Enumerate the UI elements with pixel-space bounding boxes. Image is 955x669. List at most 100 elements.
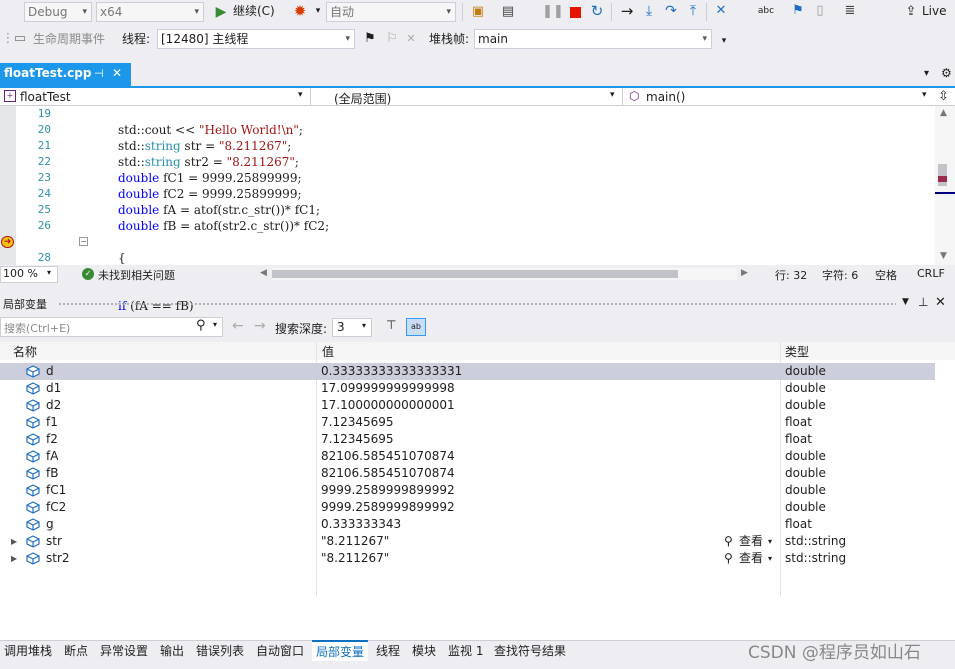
expand-icon[interactable]: ▶ (11, 533, 17, 550)
whitespace-status[interactable]: 空格 (875, 267, 897, 283)
show-next-statement-icon[interactable]: → (619, 3, 635, 19)
stackframe-combo[interactable]: main ▾ (474, 29, 712, 49)
code-editor[interactable]: 19 20 std::cout << "Hello World!\n"; 21st… (0, 106, 955, 313)
variable-value[interactable]: 9999.2589999899992 (321, 499, 455, 516)
table-row[interactable]: fC2 9999.2589999899992 double (0, 499, 935, 516)
table-row[interactable]: fB 82106.585451070874 double (0, 465, 935, 482)
lifecycle-events-button[interactable]: 生命周期事件 (33, 29, 105, 49)
magnifier-icon[interactable]: ⚲ (724, 533, 733, 550)
continue-button[interactable]: 继续(C) (233, 1, 275, 21)
tab-dropdown-icon[interactable]: ▾ (924, 68, 929, 79)
collapse-icon[interactable]: − (79, 237, 88, 246)
live-share-icon[interactable]: ⇪ (903, 4, 919, 20)
tab-1[interactable]: 断点 (60, 641, 92, 662)
outline-icon[interactable]: ≣ (842, 3, 858, 19)
pause-icon[interactable]: ❚❚ (542, 4, 564, 20)
variable-value[interactable]: 82106.585451070874 (321, 465, 455, 482)
vertical-scrollbar[interactable]: ▲ ▼ (935, 106, 955, 265)
hot-reload-icon[interactable]: ✹ (292, 3, 308, 19)
zoom-combo[interactable]: 100 % ▾ (0, 266, 58, 283)
diagnostics-icon[interactable]: ✕ (713, 3, 729, 19)
scroll-up-icon[interactable]: ▲ (940, 108, 947, 118)
overflow-icon[interactable]: ▾ (716, 33, 732, 49)
view-format-icon[interactable]: ab (406, 318, 426, 336)
scroll-left-icon[interactable]: ◀ (260, 268, 267, 278)
variable-value[interactable]: 17.100000000000001 (321, 397, 455, 414)
table-row[interactable]: f2 7.12345695 float (0, 431, 935, 448)
eol-status[interactable]: CRLF (917, 267, 945, 280)
view-button[interactable]: 查看 (739, 533, 763, 550)
stop-icon[interactable] (567, 4, 583, 20)
gear-icon[interactable]: ⚙ (941, 66, 952, 80)
pin-icon[interactable]: ⊥ (918, 295, 928, 309)
magnifier-icon[interactable]: ⚲ (724, 550, 733, 567)
thread-combo[interactable]: [12480] 主线程 ▾ (157, 29, 355, 49)
spellcheck-icon[interactable]: abc (758, 3, 774, 19)
close-icon[interactable]: ✕ (403, 31, 419, 47)
scroll-right-icon[interactable]: ▶ (741, 268, 748, 278)
flag-icon[interactable]: ⚑ (362, 31, 378, 47)
play-icon[interactable]: ▶ (213, 4, 229, 20)
table-row[interactable]: d1 17.099999999999998 double (0, 380, 935, 397)
tab-3[interactable]: 输出 (156, 641, 188, 662)
comment-icon[interactable]: ▯ (812, 3, 828, 19)
live-share-button[interactable]: Live (922, 1, 947, 21)
view-button[interactable]: 查看 (739, 550, 763, 567)
chevron-down-icon[interactable]: ▾ (213, 320, 217, 329)
tab-5[interactable]: 自动窗口 (252, 641, 308, 662)
chevron-down-icon[interactable]: ▾ (768, 533, 772, 550)
search-icon[interactable]: ⚲ (196, 318, 206, 333)
project-combo[interactable]: + floatTest ▾ (0, 88, 311, 106)
tab-2[interactable]: 异常设置 (96, 641, 152, 662)
variable-value[interactable]: 9999.2589999899992 (321, 482, 455, 499)
chevron-down-icon[interactable]: ▾ (768, 550, 772, 567)
horizontal-scroll-thumb[interactable] (272, 270, 678, 278)
variable-value[interactable]: "8.211267" (321, 533, 389, 550)
table-row[interactable]: g 0.333333343 float (0, 516, 935, 533)
close-icon[interactable]: ✕ (935, 295, 946, 310)
scroll-thumb[interactable] (938, 164, 947, 186)
table-row[interactable]: fA 82106.585451070874 double (0, 448, 935, 465)
char-number-status[interactable]: 字符: 6 (822, 267, 858, 283)
search-depth-combo[interactable]: 3 ▾ (332, 318, 372, 337)
locals-search-input[interactable]: 搜索(Ctrl+E) ⚲ ▾ (0, 317, 223, 337)
tab-6[interactable]: 局部变量 (312, 640, 369, 661)
variable-value[interactable]: 82106.585451070874 (321, 448, 455, 465)
chevron-down-icon[interactable]: ▾ (310, 3, 326, 19)
split-icon[interactable]: ⇳ (938, 89, 949, 104)
tab-4[interactable]: 错误列表 (192, 641, 248, 662)
lifecycle-icon[interactable]: ▭ (12, 31, 28, 47)
table-row[interactable]: ▶ str "8.211267" ⚲ 查看 ▾ std::string (0, 533, 935, 550)
platform-combo[interactable]: x64 ▾ (96, 2, 204, 22)
expand-icon[interactable]: ▶ (11, 550, 17, 567)
line-number-status[interactable]: 行: 32 (775, 267, 807, 283)
step-over-icon[interactable]: ↷ (663, 3, 679, 19)
tab-10[interactable]: 查找符号结果 (490, 641, 570, 662)
column-header-value[interactable]: 值 (322, 343, 334, 360)
scroll-down-icon[interactable]: ▼ (940, 251, 947, 261)
horizontal-scroll-track[interactable] (272, 268, 737, 280)
tab-floattest-cpp[interactable]: floatTest.cpp ⊣ ✕ (0, 63, 131, 86)
variable-value[interactable]: 7.12345695 (321, 431, 394, 448)
auto-combo[interactable]: 自动 ▾ (326, 2, 456, 22)
close-icon[interactable]: ✕ (112, 66, 122, 80)
table-row[interactable]: d 0.33333333333333331 double (0, 363, 935, 380)
pin-icon[interactable]: ⊣ (94, 67, 104, 80)
back-icon[interactable]: ← (232, 318, 244, 334)
variable-value[interactable]: 17.099999999999998 (321, 380, 455, 397)
browse-folder-icon[interactable]: ▣ (470, 4, 486, 20)
table-row[interactable]: f1 7.12345695 float (0, 414, 935, 431)
chevron-down-icon[interactable]: ▼ (902, 297, 909, 307)
step-into-icon[interactable]: ⤓ (641, 3, 657, 19)
scope-combo[interactable]: (全局范围) ▾ (312, 88, 623, 106)
pin-column-icon[interactable]: ⊤ (386, 318, 396, 332)
tab-9[interactable]: 监视 1 (444, 641, 487, 662)
variable-value[interactable]: "8.211267" (321, 550, 389, 567)
variable-value[interactable]: 0.33333333333333331 (321, 363, 462, 380)
restart-icon[interactable]: ↻ (589, 3, 605, 19)
variable-value[interactable]: 7.12345695 (321, 414, 394, 431)
tab-8[interactable]: 模块 (408, 641, 440, 662)
table-row[interactable]: fC1 9999.2589999899992 double (0, 482, 935, 499)
variable-value[interactable]: 0.333333343 (321, 516, 401, 533)
forward-icon[interactable]: → (254, 318, 266, 334)
